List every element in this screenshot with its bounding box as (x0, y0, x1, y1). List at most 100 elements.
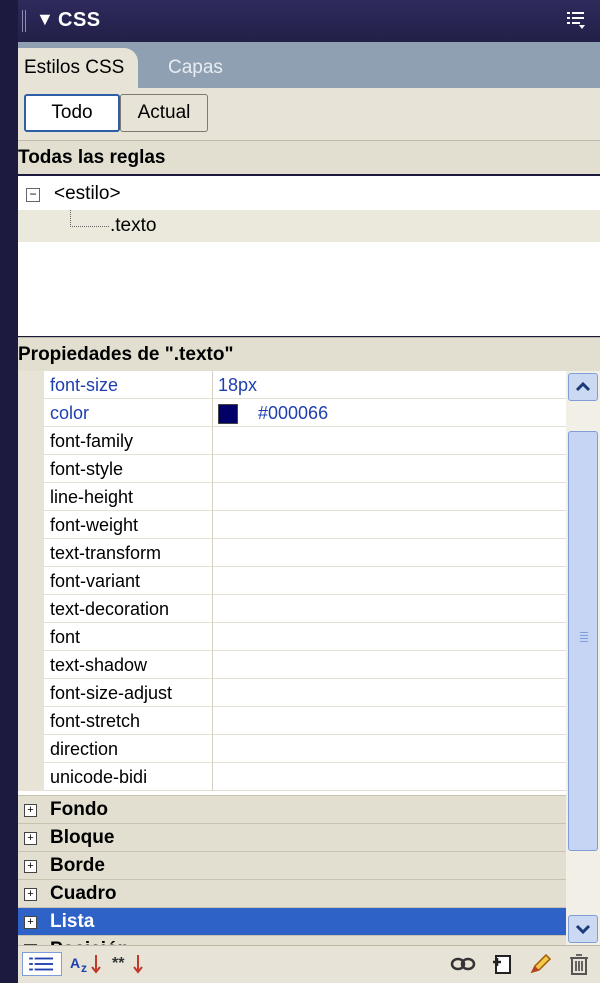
row-gutter (18, 427, 44, 455)
property-row[interactable]: text-decoration (18, 595, 566, 623)
scroll-up-button[interactable] (568, 373, 598, 401)
category-label: Bloque (50, 827, 115, 848)
color-swatch[interactable] (218, 404, 238, 424)
tab-estilos-css[interactable]: Estilos CSS (18, 48, 139, 88)
property-row[interactable]: unicode-bidi (18, 763, 566, 791)
properties-grid: font-size 18px color #000066 font-family… (18, 371, 566, 795)
property-name: text-shadow (50, 655, 148, 675)
property-name: color (50, 403, 90, 423)
category-posicion[interactable]: + Posición (18, 935, 566, 945)
property-row[interactable]: color #000066 (18, 399, 566, 427)
alphabetical-view-icon[interactable]: A z (68, 952, 108, 976)
property-row[interactable]: font-style (18, 455, 566, 483)
column-divider (212, 679, 213, 707)
category-fondo[interactable]: + Fondo (18, 795, 566, 823)
rule-texto[interactable]: .texto (18, 210, 600, 242)
property-row[interactable]: line-height (18, 483, 566, 511)
expand-icon[interactable]: + (24, 804, 37, 817)
property-row[interactable]: text-shadow (18, 651, 566, 679)
property-name: font-size-adjust (50, 683, 173, 703)
svg-text:**: ** (112, 955, 125, 972)
attach-stylesheet-icon[interactable] (450, 952, 476, 976)
row-gutter (18, 735, 44, 763)
property-row[interactable]: font-variant (18, 567, 566, 595)
property-row[interactable]: text-transform (18, 539, 566, 567)
css-panel: ▼ CSS Estilos CSS Capas Todo Actual Toda… (0, 0, 600, 983)
property-name: line-height (50, 487, 134, 507)
column-divider (212, 511, 213, 539)
panel-titlebar[interactable]: ▼ CSS (18, 0, 600, 42)
properties-header: Propiedades de ".texto" (18, 337, 600, 371)
property-value[interactable]: 18px (218, 371, 257, 399)
property-row[interactable]: font-stretch (18, 707, 566, 735)
svg-text:A: A (70, 955, 80, 971)
property-name: font (50, 627, 81, 647)
column-divider (212, 567, 213, 595)
row-gutter (18, 371, 44, 399)
category-label: Cuadro (50, 883, 117, 904)
rule-label: <estilo> (54, 183, 121, 204)
category-label: Borde (50, 855, 105, 876)
row-gutter (18, 651, 44, 679)
category-borde[interactable]: + Borde (18, 851, 566, 879)
options-menu-icon[interactable] (566, 10, 586, 30)
tab-capas[interactable]: Capas (168, 48, 223, 88)
property-row[interactable]: direction (18, 735, 566, 763)
chevron-down-icon (575, 924, 591, 935)
rules-tree: − <estilo> .texto (18, 176, 600, 336)
column-divider (212, 763, 213, 791)
property-row[interactable]: font-weight (18, 511, 566, 539)
collapse-icon[interactable]: − (26, 188, 40, 202)
property-name: font-stretch (50, 711, 141, 731)
property-name: font-weight (50, 515, 139, 535)
category-view-icon[interactable] (22, 952, 62, 976)
expand-icon[interactable]: + (24, 860, 37, 873)
expand-icon[interactable]: + (24, 832, 37, 845)
set-properties-view-icon[interactable]: ** (110, 952, 150, 976)
scroll-down-button[interactable] (568, 915, 598, 943)
property-row[interactable]: font-size-adjust (18, 679, 566, 707)
row-gutter (18, 763, 44, 791)
expand-icon[interactable]: + (24, 888, 37, 901)
trash-icon[interactable] (566, 952, 592, 976)
property-row[interactable]: font-size 18px (18, 371, 566, 399)
scroll-thumb[interactable] (568, 431, 598, 851)
row-gutter (18, 707, 44, 735)
rules-header: Todas las reglas (18, 140, 600, 174)
category-lista[interactable]: + Lista (18, 907, 566, 935)
column-divider (212, 539, 213, 567)
thumb-grip (580, 632, 588, 642)
expand-icon[interactable]: + (24, 916, 37, 929)
property-row[interactable]: font-family (18, 427, 566, 455)
category-label: Fondo (50, 799, 109, 820)
category-bloque[interactable]: + Bloque (18, 823, 566, 851)
all-button[interactable]: Todo (24, 94, 120, 132)
category-label: Posición (50, 936, 129, 945)
column-divider (212, 735, 213, 763)
row-gutter (18, 679, 44, 707)
new-rule-icon[interactable] (490, 952, 516, 976)
property-value[interactable]: #000066 (258, 399, 328, 427)
row-gutter (18, 483, 44, 511)
row-gutter (18, 455, 44, 483)
bottom-toolbar: A z ** (18, 945, 600, 983)
edit-style-icon[interactable] (528, 952, 554, 976)
properties-scrollbar[interactable] (566, 371, 600, 945)
row-gutter (18, 511, 44, 539)
property-name: unicode-bidi (50, 767, 148, 787)
rule-style-block[interactable]: − <estilo> (18, 178, 600, 210)
current-button[interactable]: Actual (120, 94, 208, 132)
column-divider (212, 651, 213, 679)
svg-text:z: z (81, 961, 87, 975)
panel-grip[interactable] (22, 10, 28, 32)
column-divider (212, 595, 213, 623)
property-row[interactable]: font (18, 623, 566, 651)
row-gutter (18, 539, 44, 567)
column-divider (212, 623, 213, 651)
property-name: font-size (50, 375, 119, 395)
mode-toggle: Todo Actual (18, 88, 600, 140)
category-cuadro[interactable]: + Cuadro (18, 879, 566, 907)
collapse-arrow-icon[interactable]: ▼ (36, 9, 54, 30)
column-divider (212, 399, 213, 427)
panel-title: CSS (58, 9, 101, 31)
